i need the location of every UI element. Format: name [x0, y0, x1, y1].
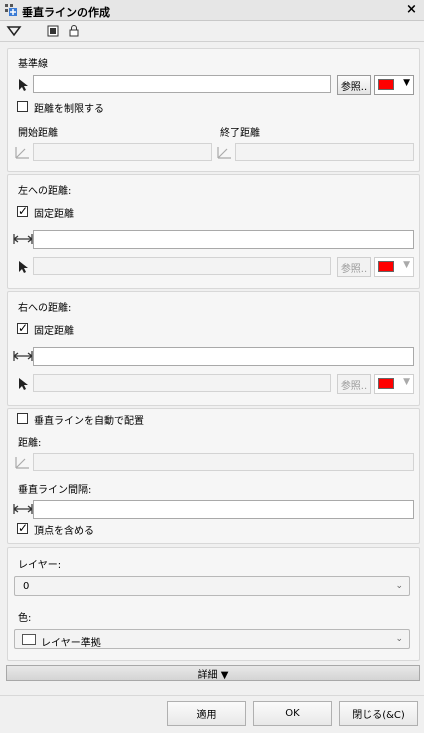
layer-label: レイヤー: — [18, 560, 62, 571]
dimension-icon — [13, 350, 33, 362]
apply-button[interactable]: 適用 — [167, 701, 246, 726]
right-color-picker[interactable]: ▼ — [374, 374, 414, 394]
auto-place-checkbox[interactable] — [17, 413, 28, 424]
chevron-down-icon: ▼ — [403, 78, 410, 88]
left-fixed-checkbox[interactable] — [17, 204, 28, 218]
chevron-down-icon: ▼ — [403, 377, 410, 387]
app-icon — [4, 3, 18, 17]
angle-icon — [14, 455, 30, 469]
preview-icon[interactable] — [47, 25, 59, 37]
color-swatch — [378, 79, 394, 90]
right-browse-button[interactable]: 参照.. — [337, 374, 371, 394]
baseline-label: 基準線 — [18, 59, 48, 70]
footer-divider — [0, 695, 424, 696]
baseline-input[interactable] — [33, 75, 331, 93]
baseline-browse-button[interactable]: 参照.. — [337, 75, 371, 95]
pick-cursor-icon[interactable] — [17, 260, 29, 274]
toolbar — [0, 21, 424, 42]
left-pick-input[interactable] — [33, 257, 331, 275]
restrict-distance-label: 距離を制限する — [34, 104, 104, 115]
angle-icon — [14, 145, 30, 159]
pick-cursor-icon[interactable] — [17, 377, 29, 391]
right-distance-label: 右への距離: — [18, 303, 72, 314]
details-toggle-button[interactable]: 詳細 ▼ — [6, 665, 420, 681]
start-distance-label: 開始距離 — [18, 128, 58, 139]
left-fixed-label: 固定距離 — [34, 209, 74, 220]
left-browse-button[interactable]: 参照.. — [337, 257, 371, 277]
include-vertices-checkbox[interactable] — [17, 521, 28, 535]
include-vertices-label: 頂点を含める — [34, 526, 94, 537]
lock-icon[interactable] — [69, 24, 79, 37]
right-fixed-label: 固定距離 — [34, 326, 74, 337]
color-value: レイヤー準拠 — [41, 638, 101, 649]
baseline-color-picker[interactable]: ▼ — [374, 75, 414, 95]
interval-label: 垂直ライン間隔: — [18, 485, 92, 496]
dimension-icon — [13, 233, 33, 245]
chevron-down-icon: ▼ — [403, 260, 410, 270]
right-fixed-checkbox[interactable] — [17, 321, 28, 335]
dimension-icon — [13, 503, 33, 515]
auto-place-label: 垂直ラインを自動で配置 — [34, 416, 144, 427]
left-color-picker[interactable]: ▼ — [374, 257, 414, 277]
chevron-down-icon: ⌄ — [395, 581, 403, 591]
start-distance-input[interactable] — [33, 143, 212, 161]
pick-cursor-icon[interactable] — [17, 78, 29, 92]
color-label: 色: — [18, 613, 32, 624]
color-swatch — [22, 634, 36, 645]
chevron-down-icon: ⌄ — [395, 634, 403, 644]
right-distance-input[interactable] — [33, 347, 414, 366]
end-distance-label: 終了距離 — [220, 128, 260, 139]
restrict-distance-checkbox[interactable] — [17, 101, 28, 112]
color-select[interactable]: レイヤー準拠 ⌄ — [14, 629, 410, 649]
triangle-down-icon[interactable] — [6, 25, 22, 37]
close-window-button[interactable]: × — [406, 2, 417, 17]
layer-value: 0 — [23, 581, 30, 592]
close-button[interactable]: 閉じる(&C) — [339, 701, 418, 726]
title-bar: 垂直ラインの作成 × — [0, 0, 424, 21]
left-distance-label: 左への距離: — [18, 186, 72, 197]
auto-distance-label: 距離: — [18, 438, 42, 449]
angle-icon — [216, 145, 232, 159]
layer-select[interactable]: 0 ⌄ — [14, 576, 410, 596]
auto-distance-input[interactable] — [33, 453, 414, 471]
window-title: 垂直ラインの作成 — [22, 6, 110, 19]
interval-input[interactable] — [33, 500, 414, 519]
end-distance-input[interactable] — [235, 143, 414, 161]
color-swatch — [378, 261, 394, 272]
color-swatch — [378, 378, 394, 389]
ok-button[interactable]: OK — [253, 701, 332, 726]
right-pick-input[interactable] — [33, 374, 331, 392]
left-distance-input[interactable] — [33, 230, 414, 249]
